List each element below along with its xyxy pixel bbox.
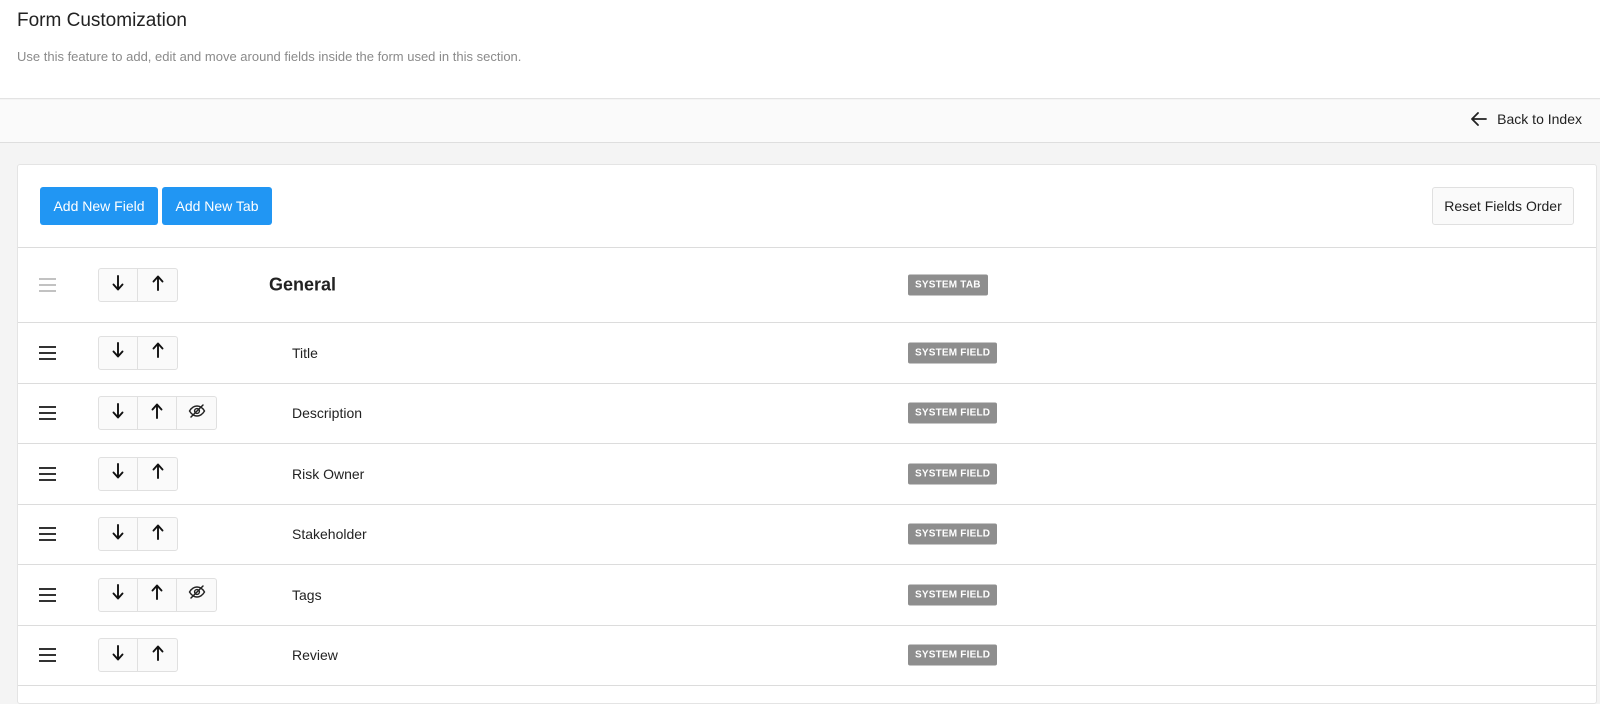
page-header: Form Customization Use this feature to a… xyxy=(0,0,1600,99)
toolbar: Back to Index xyxy=(0,100,1600,143)
arrow-up-icon xyxy=(151,584,163,605)
back-to-index-link[interactable]: Back to Index xyxy=(1471,111,1582,127)
field-row: Review SYSTEM FIELD xyxy=(18,626,1596,686)
arrow-up-icon xyxy=(152,524,164,545)
move-button-group xyxy=(98,638,178,673)
system-badge: SYSTEM FIELD xyxy=(908,342,998,364)
add-new-field-button[interactable]: Add New Field xyxy=(40,187,158,225)
arrow-down-icon xyxy=(112,402,124,424)
hide-field-button[interactable] xyxy=(177,397,216,429)
arrow-up-icon xyxy=(152,645,164,666)
field-label: Description xyxy=(292,405,363,422)
arrow-down-icon xyxy=(112,274,124,296)
arrow-up-icon xyxy=(152,463,164,484)
system-badge: SYSTEM FIELD xyxy=(908,584,998,606)
drag-handle-icon[interactable] xyxy=(39,466,57,481)
move-up-button[interactable] xyxy=(138,578,177,611)
move-button-group xyxy=(98,268,178,302)
page-title: Form Customization xyxy=(17,10,187,31)
back-to-index-label: Back to Index xyxy=(1497,111,1582,127)
field-label: Tags xyxy=(292,586,322,603)
move-up-button[interactable] xyxy=(138,458,177,490)
add-new-tab-button[interactable]: Add New Tab xyxy=(162,187,272,225)
field-row: Stakeholder SYSTEM FIELD xyxy=(18,505,1596,565)
move-up-button[interactable] xyxy=(138,639,177,671)
field-row: Title SYSTEM FIELD xyxy=(18,323,1596,384)
move-down-button[interactable] xyxy=(99,457,138,490)
hide-field-button[interactable] xyxy=(177,579,216,611)
fields-card: Add New Field Add New Tab Reset Fields O… xyxy=(17,164,1597,704)
system-badge: SYSTEM FIELD xyxy=(908,463,998,485)
move-button-group xyxy=(98,335,178,370)
arrow-up-icon xyxy=(152,275,164,296)
arrow-up-icon xyxy=(151,403,163,424)
system-badge: SYSTEM FIELD xyxy=(908,644,998,666)
card-actions: Add New Field Add New Tab Reset Fields O… xyxy=(18,165,1596,248)
drag-handle-icon[interactable] xyxy=(39,648,57,663)
drag-handle-icon[interactable] xyxy=(39,278,57,292)
drag-handle-icon[interactable] xyxy=(39,345,57,360)
eye-slash-icon xyxy=(188,584,206,605)
move-down-button[interactable] xyxy=(99,639,138,672)
move-down-button[interactable] xyxy=(99,397,138,430)
arrow-down-icon xyxy=(112,584,124,605)
move-down-button[interactable] xyxy=(99,578,138,611)
move-button-group xyxy=(98,456,178,491)
field-row: Risk Owner SYSTEM FIELD xyxy=(18,444,1596,505)
move-up-button[interactable] xyxy=(138,269,177,301)
fields-list: General SYSTEM TAB Title SYSTEM FIELD De… xyxy=(18,248,1596,686)
drag-handle-icon[interactable] xyxy=(39,527,57,542)
arrow-left-icon xyxy=(1471,112,1488,126)
move-down-button[interactable] xyxy=(99,518,138,551)
move-up-button[interactable] xyxy=(138,518,177,550)
field-label: Title xyxy=(292,344,318,361)
field-label: Risk Owner xyxy=(292,465,365,482)
move-button-group xyxy=(98,517,178,552)
field-row: Tags SYSTEM FIELD xyxy=(18,565,1596,626)
move-up-button[interactable] xyxy=(138,337,177,369)
drag-handle-icon[interactable] xyxy=(39,587,57,602)
field-label: General xyxy=(269,274,337,295)
drag-handle-icon[interactable] xyxy=(39,406,57,421)
field-label: Review xyxy=(292,647,338,664)
move-button-group xyxy=(98,396,217,431)
move-down-button[interactable] xyxy=(99,269,138,301)
field-row: Description SYSTEM FIELD xyxy=(18,384,1596,444)
tab-row: General SYSTEM TAB xyxy=(18,248,1596,323)
page-subtitle: Use this feature to add, edit and move a… xyxy=(17,49,522,64)
move-down-button[interactable] xyxy=(99,336,138,369)
system-badge: SYSTEM FIELD xyxy=(908,523,998,545)
arrow-down-icon xyxy=(112,463,124,484)
arrow-up-icon xyxy=(152,342,164,363)
system-badge: SYSTEM TAB xyxy=(908,274,988,296)
arrow-down-icon xyxy=(112,523,124,545)
reset-fields-order-button[interactable]: Reset Fields Order xyxy=(1432,187,1574,225)
move-up-button[interactable] xyxy=(138,397,177,430)
arrow-down-icon xyxy=(112,644,124,666)
move-button-group xyxy=(98,577,217,612)
system-badge: SYSTEM FIELD xyxy=(908,402,998,424)
eye-slash-icon xyxy=(188,403,206,424)
arrow-down-icon xyxy=(112,342,124,363)
field-label: Stakeholder xyxy=(292,526,367,543)
